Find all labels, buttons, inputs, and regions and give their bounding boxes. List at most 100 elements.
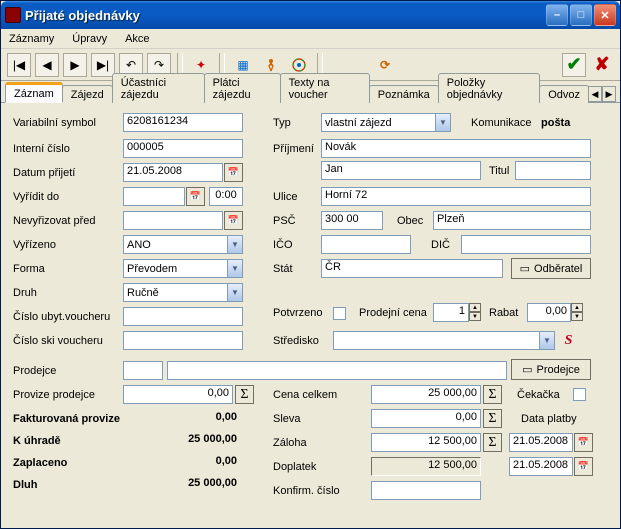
confirm-button[interactable]: ✔ bbox=[562, 53, 586, 77]
tab-platci[interactable]: Plátci zájezdu bbox=[204, 73, 281, 103]
sum-button-cena[interactable]: Σ bbox=[483, 385, 502, 404]
sum-button-sleva[interactable]: Σ bbox=[483, 409, 502, 428]
input-dic[interactable] bbox=[461, 235, 591, 254]
input-obec[interactable]: Plzeň bbox=[433, 211, 591, 230]
datepicker-datum-prijeti[interactable]: 📅 bbox=[224, 163, 243, 182]
menu-upravy[interactable]: Úpravy bbox=[68, 32, 111, 46]
input-cena-celkem[interactable]: 25 000,00 bbox=[371, 385, 481, 404]
value-dluh: 25 000,00 bbox=[123, 477, 237, 489]
input-datum-prijeti[interactable]: 21.05.2008 bbox=[123, 163, 223, 182]
label-stat: Stát bbox=[273, 263, 293, 275]
input-prijmeni[interactable]: Novák bbox=[321, 139, 591, 158]
datepicker-nevyrizovat[interactable]: 📅 bbox=[224, 211, 243, 230]
tab-texty[interactable]: Texty na voucher bbox=[280, 73, 370, 103]
label-prodcena: Prodejní cena bbox=[359, 307, 427, 319]
input-ubyt-voucher[interactable] bbox=[123, 307, 243, 326]
label-ski-voucher: Číslo ski voucheru bbox=[13, 335, 103, 347]
tab-zajezd[interactable]: Zájezd bbox=[62, 85, 113, 103]
input-provize[interactable]: 0,00 bbox=[123, 385, 233, 404]
value-zaplaceno: 0,00 bbox=[123, 455, 237, 467]
tab-ucastnici[interactable]: Účastníci zájezdu bbox=[112, 73, 205, 103]
value-komunikace: pošta bbox=[541, 117, 570, 129]
input-ico[interactable] bbox=[321, 235, 411, 254]
label-var-sym: Variabilní symbol bbox=[13, 117, 96, 129]
menu-zaznamy[interactable]: Záznamy bbox=[5, 32, 58, 46]
input-vyridit-time[interactable]: 0:00 bbox=[209, 187, 243, 206]
label-cekacka: Čekačka bbox=[517, 389, 560, 401]
input-konfirm[interactable] bbox=[371, 481, 481, 500]
nav-next-button[interactable]: ▶ bbox=[63, 53, 87, 77]
button-odberatel[interactable]: ▭Odběratel bbox=[511, 258, 591, 279]
menu-akce[interactable]: Akce bbox=[121, 32, 153, 46]
input-vyridit-do[interactable] bbox=[123, 187, 185, 206]
tabbar: Záznam Zájezd Účastníci zájezdu Plátci z… bbox=[1, 81, 620, 103]
checkbox-potvrzeno[interactable] bbox=[333, 307, 346, 320]
input-sleva[interactable]: 0,00 bbox=[371, 409, 481, 428]
label-konfirm: Konfirm. číslo bbox=[273, 485, 340, 497]
maximize-button[interactable]: □ bbox=[570, 4, 592, 26]
input-jmeno[interactable]: Jan bbox=[321, 161, 481, 180]
tab-scroll-left[interactable]: ◀ bbox=[588, 86, 602, 102]
label-typ: Typ bbox=[273, 117, 291, 129]
label-psc: PSČ bbox=[273, 215, 296, 227]
close-window-button[interactable]: ✕ bbox=[594, 4, 616, 26]
prodejce-icon: ▭ bbox=[522, 363, 532, 376]
tab-polozky[interactable]: Položky objednávky bbox=[438, 73, 540, 103]
label-cena-celkem: Cena celkem bbox=[273, 389, 337, 401]
label-ubyt-voucher: Číslo ubyt.voucheru bbox=[13, 311, 110, 323]
input-prodejce-name[interactable] bbox=[167, 361, 507, 380]
input-prodejce-code[interactable] bbox=[123, 361, 163, 380]
input-int-cislo[interactable]: 000005 bbox=[123, 139, 243, 158]
input-prodcena[interactable]: 1 bbox=[433, 303, 469, 322]
label-prodejce: Prodejce bbox=[13, 365, 56, 377]
label-provize: Provize prodejce bbox=[13, 389, 95, 401]
tab-zaznam[interactable]: Záznam bbox=[5, 82, 63, 103]
nav-last-button[interactable]: ▶| bbox=[91, 53, 115, 77]
input-titul[interactable] bbox=[515, 161, 591, 180]
refresh-button[interactable]: ⟳ bbox=[373, 53, 397, 77]
menubar: Záznamy Úpravy Akce bbox=[1, 29, 620, 49]
titlebar: Přijaté objednávky – □ ✕ bbox=[1, 1, 620, 29]
nav-prev-button[interactable]: ◀ bbox=[35, 53, 59, 77]
input-ulice[interactable]: Horní 72 bbox=[321, 187, 591, 206]
tab-poznamka[interactable]: Poznámka bbox=[369, 85, 439, 103]
input-platba2[interactable]: 21.05.2008 bbox=[509, 457, 573, 476]
label-dluh: Dluh bbox=[13, 479, 37, 491]
sum-button-zaloha[interactable]: Σ bbox=[483, 433, 502, 452]
input-var-sym[interactable]: 6208161234 bbox=[123, 113, 243, 132]
spinner-rabat[interactable]: ▲▼ bbox=[571, 303, 583, 321]
tab-odvoz[interactable]: Odvoz bbox=[539, 85, 589, 103]
input-psc[interactable]: 300 00 bbox=[321, 211, 383, 230]
checkbox-cekacka[interactable] bbox=[573, 388, 586, 401]
app-icon bbox=[5, 7, 21, 23]
minimize-button[interactable]: – bbox=[546, 4, 568, 26]
label-int-cislo: Interní číslo bbox=[13, 143, 70, 155]
label-potvrzeno: Potvrzeno bbox=[273, 307, 323, 319]
label-druh: Druh bbox=[13, 287, 37, 299]
select-druh[interactable]: Ručně▼ bbox=[123, 283, 243, 302]
input-zaloha[interactable]: 12 500,00 bbox=[371, 433, 481, 452]
nav-first-button[interactable]: |◀ bbox=[7, 53, 31, 77]
datepicker-vyridit-do[interactable]: 📅 bbox=[186, 187, 205, 206]
label-titul: Titul bbox=[489, 165, 509, 177]
select-typ[interactable]: vlastní zájezd▼ bbox=[321, 113, 451, 132]
datepicker-platba2[interactable]: 📅 bbox=[574, 457, 593, 476]
label-dic: DIČ bbox=[431, 239, 450, 251]
value-doplatek: 12 500,00 bbox=[371, 457, 481, 476]
select-forma[interactable]: Převodem▼ bbox=[123, 259, 243, 278]
stredisko-s-icon[interactable]: S bbox=[559, 331, 578, 350]
input-ski-voucher[interactable] bbox=[123, 331, 243, 350]
input-platba1[interactable]: 21.05.2008 bbox=[509, 433, 573, 452]
button-prodejce[interactable]: ▭Prodejce bbox=[511, 359, 591, 380]
input-nevyrizovat[interactable] bbox=[123, 211, 223, 230]
label-vyridit-do: Vyřídit do bbox=[13, 191, 59, 203]
cancel-button[interactable]: ✘ bbox=[590, 53, 614, 77]
datepicker-platba1[interactable]: 📅 bbox=[574, 433, 593, 452]
input-rabat[interactable]: 0,00 bbox=[527, 303, 571, 322]
select-stredisko[interactable]: ▼ bbox=[333, 331, 555, 350]
spinner-prodcena[interactable]: ▲▼ bbox=[469, 303, 481, 321]
tab-scroll-right[interactable]: ▶ bbox=[602, 86, 616, 102]
select-vyrizeno[interactable]: ANO▼ bbox=[123, 235, 243, 254]
sum-button-provize[interactable]: Σ bbox=[235, 385, 254, 404]
input-stat[interactable]: ČR bbox=[321, 259, 503, 278]
